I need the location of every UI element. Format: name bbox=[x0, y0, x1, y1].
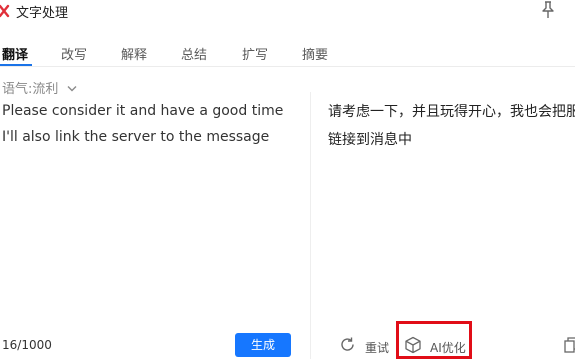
tone-label: 语气:流利 bbox=[2, 82, 59, 97]
tab-summarize[interactable]: 总结 bbox=[181, 44, 207, 63]
highlight-box bbox=[396, 321, 472, 359]
character-counter: 16/1000 bbox=[2, 338, 52, 352]
chevron-down-icon bbox=[67, 81, 77, 96]
active-tab-indicator bbox=[0, 64, 32, 66]
pin-icon[interactable] bbox=[538, 0, 558, 20]
app-title: 文字处理 bbox=[16, 6, 69, 21]
translation-output: 请考虑一下，并且玩得开心，我也会把服链接到消息中 bbox=[328, 104, 575, 148]
panel-divider bbox=[310, 92, 311, 359]
tab-expand[interactable]: 扩写 bbox=[242, 44, 268, 63]
title-bar: 文字处理 bbox=[0, 0, 575, 24]
text-processing-window: 文字处理 翻译 改写 解释 总结 扩写 摘要 语气:流利 Please cons… bbox=[0, 0, 575, 359]
generate-button[interactable]: 生成 bbox=[235, 333, 291, 357]
retry-label: 重试 bbox=[365, 341, 390, 355]
tone-selector[interactable]: 语气:流利 bbox=[2, 78, 77, 97]
tab-abstract[interactable]: 摘要 bbox=[302, 44, 328, 63]
app-logo-icon bbox=[0, 3, 10, 18]
tab-translate[interactable]: 翻译 bbox=[2, 44, 28, 63]
source-text-input[interactable]: Please consider it and have a good time … bbox=[2, 98, 302, 150]
tab-rewrite[interactable]: 改写 bbox=[61, 44, 87, 63]
function-tabs: 翻译 改写 解释 总结 扩写 摘要 bbox=[0, 38, 575, 67]
retry-button[interactable]: 重试 bbox=[339, 336, 391, 356]
refresh-icon bbox=[339, 336, 356, 357]
copy-icon[interactable] bbox=[564, 337, 575, 353]
tab-explain[interactable]: 解释 bbox=[121, 44, 147, 63]
